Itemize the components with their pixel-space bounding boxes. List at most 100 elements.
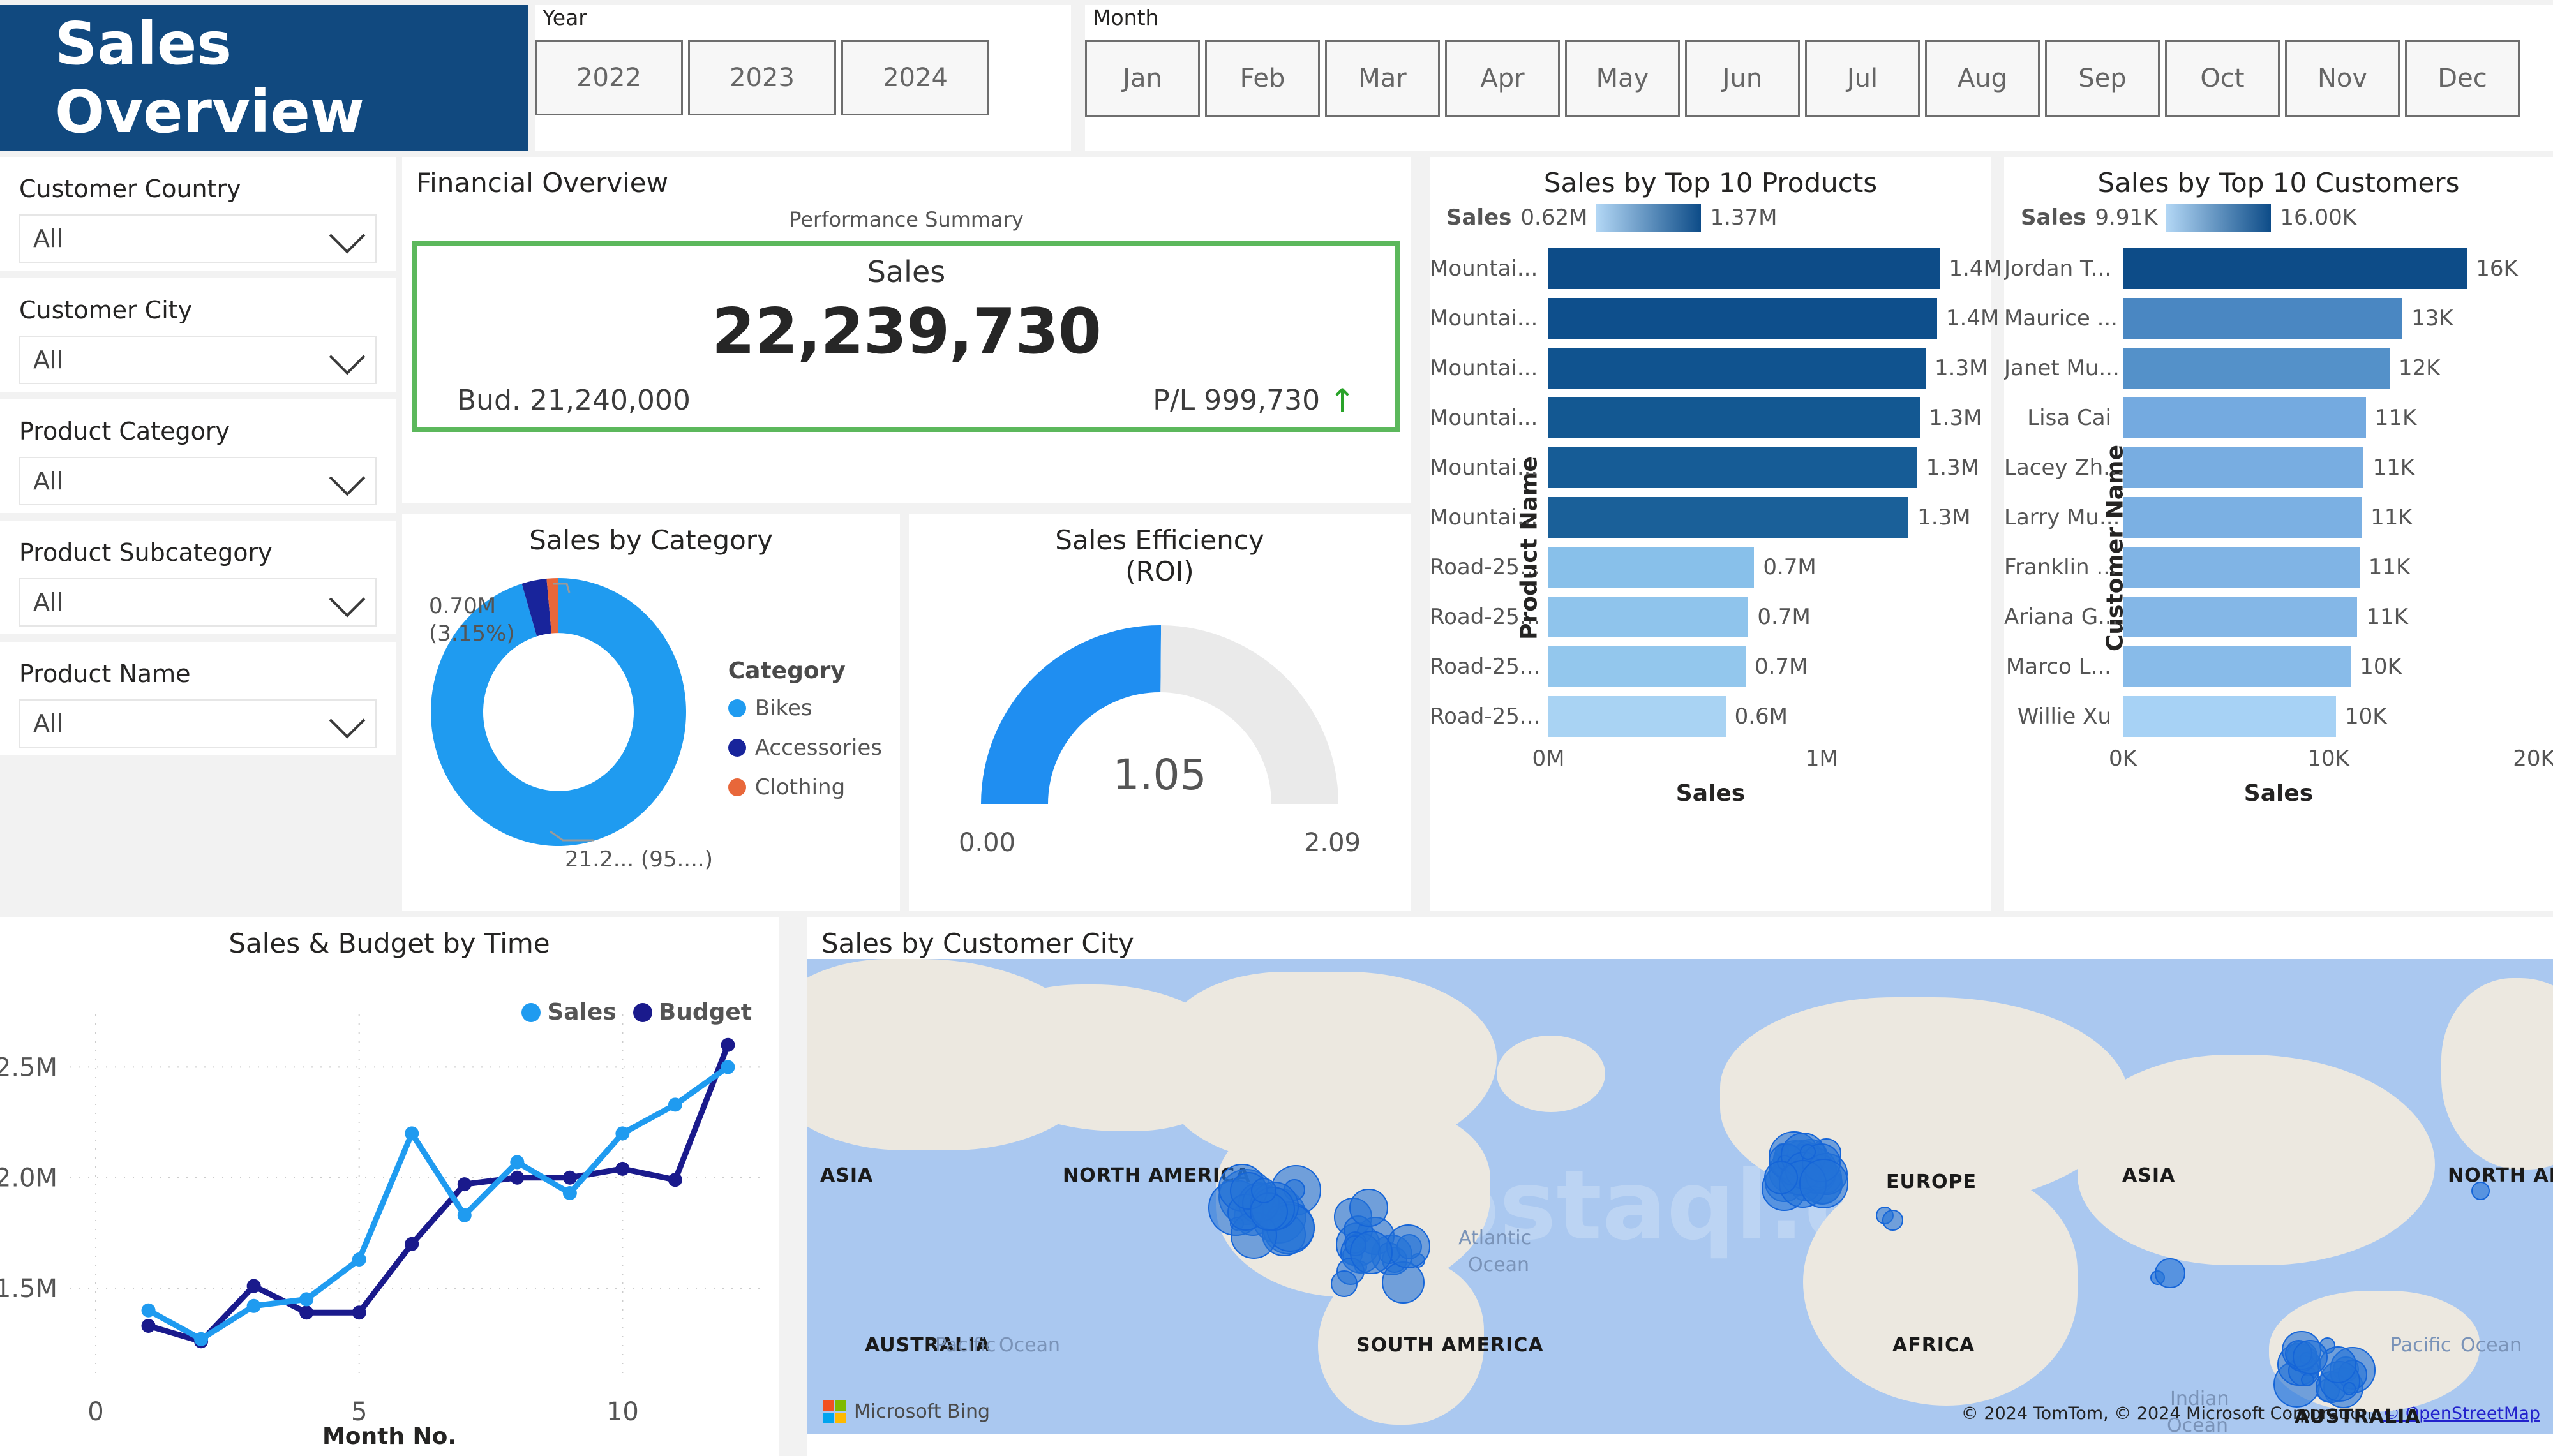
chevron-down-icon[interactable]: [329, 702, 366, 739]
filter-select-customer-city[interactable]: All: [19, 336, 377, 384]
line-point[interactable]: [299, 1305, 314, 1320]
bar-row[interactable]: Jordan T... 16K: [2004, 248, 2553, 289]
bar-fill[interactable]: [2123, 248, 2467, 289]
line-point[interactable]: [405, 1126, 419, 1141]
bar-row[interactable]: Lacey Zh... 11K: [2004, 447, 2553, 488]
year-option-2022[interactable]: 2022: [535, 40, 683, 115]
line-point[interactable]: [668, 1173, 682, 1187]
bar-row[interactable]: Road-25... 0.7M: [1430, 597, 1991, 637]
bar-fill[interactable]: [2123, 497, 2362, 538]
month-option-apr[interactable]: Apr: [1445, 40, 1560, 117]
bar-fill[interactable]: [1548, 397, 1920, 438]
map-bubble[interactable]: [2293, 1339, 2328, 1375]
bar-fill[interactable]: [1548, 597, 1749, 637]
bar-row[interactable]: Mountai... 1.4M: [1430, 298, 1999, 339]
line-chart-svg[interactable]: 1.5M 2.0M 2.5M 0 5 10: [0, 1002, 779, 1448]
line-point[interactable]: [615, 1161, 630, 1176]
bar-fill[interactable]: [1548, 696, 1726, 737]
map-bubble[interactable]: [1331, 1270, 1358, 1297]
filter-select-product-name[interactable]: All: [19, 699, 377, 748]
month-option-oct[interactable]: Oct: [2165, 40, 2280, 117]
bar-fill[interactable]: [2123, 348, 2390, 389]
donut-legend-item-bikes[interactable]: Bikes: [728, 695, 882, 721]
filter-select-product-subcategory[interactable]: All: [19, 578, 377, 627]
bar-row[interactable]: Mountai... 1.3M: [1430, 348, 1991, 389]
bar-fill[interactable]: [1548, 646, 1746, 687]
line-point[interactable]: [668, 1097, 682, 1112]
bar-row[interactable]: Marco L... 10K: [2004, 646, 2553, 687]
chevron-down-icon[interactable]: [329, 581, 366, 618]
line-point[interactable]: [615, 1126, 630, 1141]
month-option-nov[interactable]: Nov: [2285, 40, 2400, 117]
bar-row[interactable]: Mountai... 1.4M: [1430, 248, 2002, 289]
line-point[interactable]: [194, 1332, 209, 1346]
world-map[interactable]: mostaql.com Microsoft Bing © 2024 TomTom…: [807, 959, 2553, 1434]
chevron-down-icon[interactable]: [329, 338, 366, 375]
line-point[interactable]: [721, 1037, 735, 1052]
donut-chart[interactable]: 0.70M (3.15%) 21.2... (95....) Category …: [402, 556, 900, 875]
year-option-2024[interactable]: 2024: [841, 40, 989, 115]
bar-row[interactable]: Road-25... 0.7M: [1430, 646, 1991, 687]
line-point[interactable]: [510, 1170, 525, 1185]
map-bubble[interactable]: [1250, 1177, 1276, 1204]
map-bubble[interactable]: [2342, 1381, 2356, 1395]
line-series-sales[interactable]: [146, 1064, 731, 1342]
map-bubble[interactable]: [2471, 1182, 2490, 1201]
bar-row[interactable]: Road-25... 0.7M: [1430, 547, 1991, 588]
bar-fill[interactable]: [1548, 248, 1940, 289]
line-point[interactable]: [457, 1177, 472, 1192]
map-bubble[interactable]: [2301, 1372, 2315, 1386]
map-bubble[interactable]: [1386, 1224, 1431, 1269]
donut-legend-item-accessories[interactable]: Accessories: [728, 735, 882, 761]
month-option-jul[interactable]: Jul: [1805, 40, 1920, 117]
bar-fill[interactable]: [1548, 348, 1926, 389]
customers-bars[interactable]: Jordan T... 16K Maurice ... 13K Janet Mu... 1…: [2004, 248, 2553, 737]
chevron-down-icon[interactable]: [329, 459, 366, 496]
bar-fill[interactable]: [1548, 298, 1937, 339]
bar-row[interactable]: Road-25... 0.6M: [1430, 696, 1991, 737]
kpi-box[interactable]: Sales 22,239,730 Bud. 21,240,000 P/L 999…: [412, 241, 1400, 432]
bar-fill[interactable]: [2123, 597, 2358, 637]
bar-row[interactable]: Ariana G... 11K: [2004, 597, 2553, 637]
month-option-sep[interactable]: Sep: [2045, 40, 2160, 117]
filter-select-product-category[interactable]: All: [19, 457, 377, 505]
map-bubble[interactable]: [1349, 1188, 1388, 1228]
bar-fill[interactable]: [1548, 547, 1755, 588]
filter-select-customer-country[interactable]: All: [19, 214, 377, 263]
bar-row[interactable]: Janet Mu... 12K: [2004, 348, 2553, 389]
bar-row[interactable]: Larry Mu... 11K: [2004, 497, 2553, 538]
bar-fill[interactable]: [2123, 397, 2366, 438]
month-option-mar[interactable]: Mar: [1325, 40, 1440, 117]
bar-fill[interactable]: [2123, 696, 2336, 737]
line-point[interactable]: [721, 1060, 735, 1074]
line-point[interactable]: [510, 1155, 525, 1170]
month-option-dec[interactable]: Dec: [2405, 40, 2520, 117]
map-bubble[interactable]: [1800, 1143, 1816, 1160]
bar-fill[interactable]: [2123, 547, 2360, 588]
bar-fill[interactable]: [1548, 497, 1909, 538]
line-point[interactable]: [562, 1170, 577, 1185]
bar-row[interactable]: Franklin ... 11K: [2004, 547, 2553, 588]
line-point[interactable]: [405, 1237, 419, 1251]
line-point[interactable]: [141, 1319, 156, 1333]
donut-legend-item-clothing[interactable]: Clothing: [728, 775, 882, 800]
bar-fill[interactable]: [1548, 447, 1917, 488]
line-point[interactable]: [352, 1305, 366, 1320]
line-point[interactable]: [246, 1298, 261, 1313]
month-option-feb[interactable]: Feb: [1205, 40, 1320, 117]
month-option-aug[interactable]: Aug: [1925, 40, 2040, 117]
bar-fill[interactable]: [2123, 298, 2403, 339]
chevron-down-icon[interactable]: [329, 217, 366, 254]
products-bars[interactable]: Mountai... 1.4M Mountai... 1.4M Mountai... 1.…: [1430, 248, 2002, 737]
gauge-chart[interactable]: 1.05 0.00 2.09: [909, 593, 1411, 861]
month-option-jun[interactable]: Jun: [1685, 40, 1800, 117]
line-point[interactable]: [562, 1186, 577, 1200]
month-option-jan[interactable]: Jan: [1085, 40, 1200, 117]
map-bubble[interactable]: [1799, 1159, 1849, 1208]
bar-row[interactable]: Lisa Cai 11K: [2004, 397, 2553, 438]
map-bubble[interactable]: [1763, 1160, 1798, 1194]
line-point[interactable]: [246, 1279, 261, 1293]
map-bubble[interactable]: [2155, 1258, 2186, 1289]
line-series-budget[interactable]: [146, 1042, 731, 1344]
bar-row[interactable]: Mountai... 1.3M: [1430, 397, 1991, 438]
